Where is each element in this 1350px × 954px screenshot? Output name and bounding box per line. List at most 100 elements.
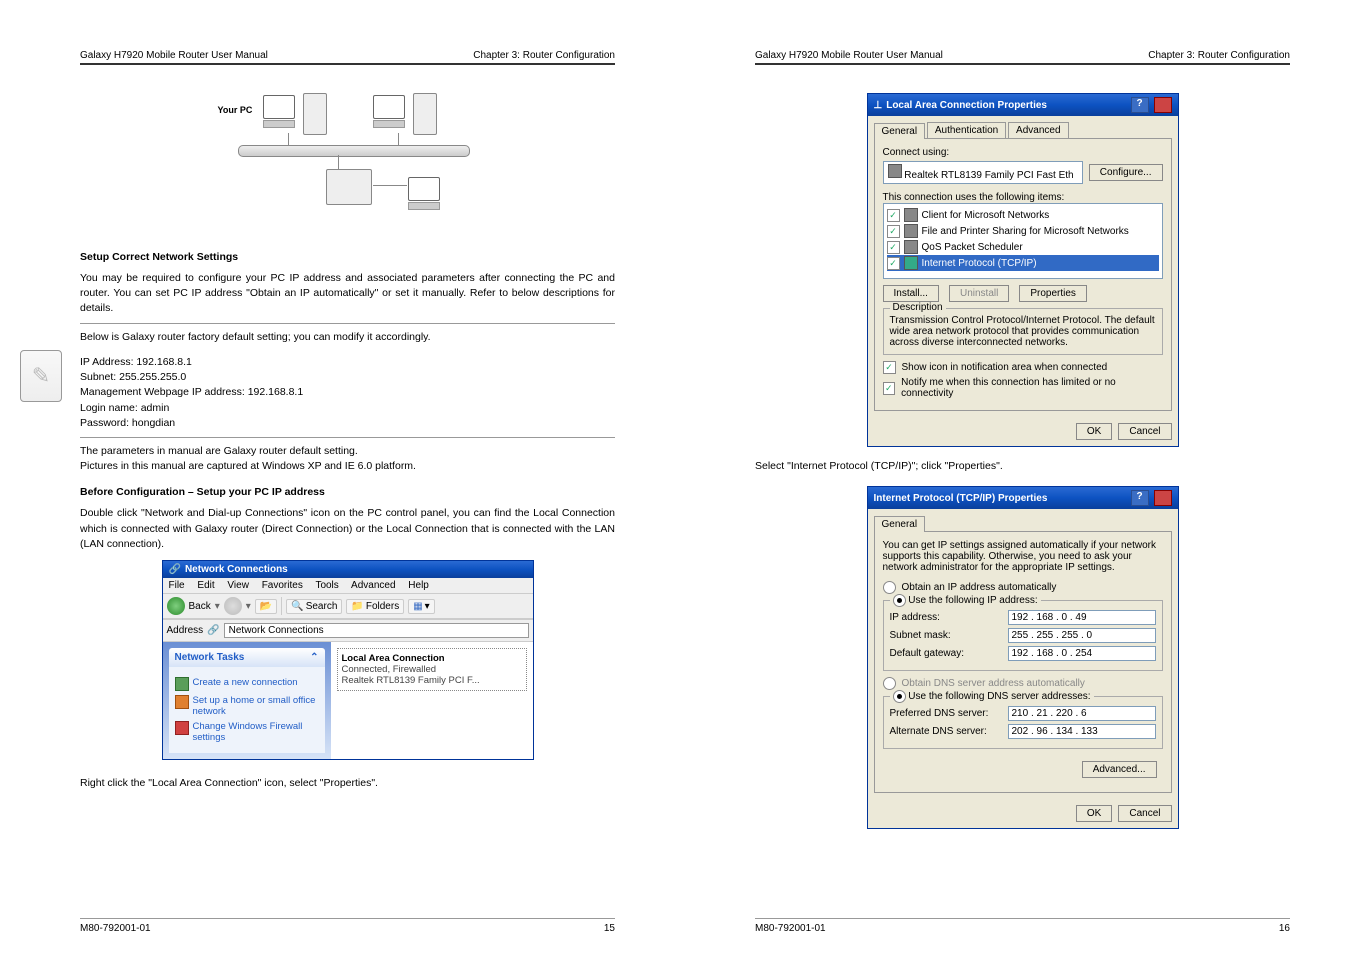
service-icon (904, 208, 918, 222)
folders-button[interactable]: 📁 Folders (346, 599, 404, 614)
close-icon[interactable] (1154, 490, 1172, 506)
local-area-connection-item[interactable]: Local Area Connection Connected, Firewal… (337, 648, 527, 691)
help-icon[interactable]: ? (1131, 97, 1149, 113)
back-label[interactable]: Back (189, 601, 211, 612)
checkbox-icon[interactable]: ✓ (887, 257, 900, 270)
ok-button[interactable]: OK (1076, 805, 1112, 822)
connector-line (288, 133, 290, 145)
default-gateway-field[interactable]: 192 . 168 . 0 . 254 (1008, 646, 1156, 661)
menu-file[interactable]: File (169, 580, 185, 591)
titlebar[interactable]: ⊥ Local Area Connection Properties ? (868, 94, 1178, 116)
menu-favorites[interactable]: Favorites (262, 580, 303, 591)
checkbox-icon[interactable]: ✓ (883, 382, 896, 395)
checkbox-icon[interactable]: ✓ (883, 361, 896, 374)
menu-view[interactable]: View (227, 580, 249, 591)
collapse-icon[interactable]: ⌃ (310, 652, 318, 663)
list-item[interactable]: ✓Client for Microsoft Networks (887, 207, 1159, 223)
cancel-button[interactable]: Cancel (1118, 805, 1171, 822)
task-icon (175, 677, 189, 691)
blurb-text: You can get IP settings assigned automat… (883, 540, 1163, 573)
configure-button[interactable]: Configure... (1089, 164, 1163, 181)
items-pane: Local Area Connection Connected, Firewal… (331, 642, 533, 759)
subnet-label: Subnet mask: (890, 630, 951, 641)
uninstall-button: Uninstall (949, 285, 1009, 302)
preferred-dns-field[interactable]: 210 . 21 . 220 . 6 (1008, 706, 1156, 721)
list-item[interactable]: ✓File and Printer Sharing for Microsoft … (887, 223, 1159, 239)
close-icon[interactable] (1154, 97, 1172, 113)
group-label: Use the following DNS server addresses: (890, 690, 1094, 703)
alternate-dns-field[interactable]: 202 . 96 . 134 . 133 (1008, 724, 1156, 739)
connect-using-label: Connect using: (883, 147, 1163, 158)
advanced-button[interactable]: Advanced... (1082, 761, 1157, 778)
address-value[interactable]: Network Connections (224, 623, 529, 638)
back-icon[interactable] (167, 597, 185, 615)
checkbox-icon[interactable]: ✓ (887, 209, 900, 222)
radio-use-ip[interactable] (893, 594, 906, 607)
tab-authentication[interactable]: Authentication (927, 122, 1006, 138)
up-button[interactable]: 📂 (255, 599, 277, 614)
task-icon (175, 721, 189, 735)
default-line: Management Webpage IP address: 192.168.8… (80, 385, 615, 400)
tab-general[interactable]: General (874, 516, 926, 532)
page-16: Galaxy H7920 Mobile Router User Manual C… (675, 0, 1350, 954)
items-listbox[interactable]: ✓Client for Microsoft Networks ✓File and… (883, 203, 1163, 279)
page-header: Galaxy H7920 Mobile Router User Manual C… (755, 50, 1290, 65)
network-bus (238, 145, 470, 157)
install-button[interactable]: Install... (883, 285, 939, 302)
nic-icon (888, 164, 902, 178)
tasks-header[interactable]: Network Tasks ⌃ (169, 648, 325, 667)
properties-button[interactable]: Properties (1019, 285, 1087, 302)
service-icon (904, 240, 918, 254)
radio-use-dns[interactable] (893, 690, 906, 703)
paragraph: Double click "Network and Dial-up Connec… (80, 506, 615, 552)
dialog-buttons: OK Cancel (868, 799, 1178, 828)
ip-address-field[interactable]: 192 . 168 . 0 . 49 (1008, 610, 1156, 625)
task-firewall-settings[interactable]: Change Windows Firewall settings (175, 721, 319, 743)
show-icon-checkbox-label: Show icon in notification area when conn… (902, 362, 1108, 373)
titlebar[interactable]: Internet Protocol (TCP/IP) Properties ? (868, 487, 1178, 509)
tab-advanced[interactable]: Advanced (1008, 122, 1068, 138)
task-setup-network[interactable]: Set up a home or small office network (175, 695, 319, 717)
items-label: This connection uses the following items… (883, 192, 1163, 203)
menu-help[interactable]: Help (408, 580, 429, 591)
address-bar: Address 🔗 Network Connections (163, 619, 533, 642)
subnet-mask-field[interactable]: 255 . 255 . 255 . 0 (1008, 628, 1156, 643)
protocol-icon (904, 256, 918, 270)
adapter-field[interactable]: Realtek RTL8139 Family PCI Fast Eth (883, 161, 1083, 184)
default-line: Login name: admin (80, 401, 615, 416)
titlebar[interactable]: 🔗 Network Connections (163, 561, 533, 578)
ip-group: Use the following IP address: IP address… (883, 600, 1163, 671)
forward-icon[interactable] (224, 597, 242, 615)
lac-properties-dialog: ⊥ Local Area Connection Properties ? Gen… (867, 93, 1179, 447)
footer-code: M80-792001-01 (755, 923, 826, 934)
paragraph: Below is Galaxy router factory default s… (80, 330, 615, 345)
menu-tools[interactable]: Tools (315, 580, 338, 591)
tower-icon (413, 93, 437, 135)
cancel-button[interactable]: Cancel (1118, 423, 1171, 440)
default-line: Subnet: 255.255.255.0 (80, 370, 615, 385)
task-create-connection[interactable]: Create a new connection (175, 677, 319, 691)
checkbox-icon[interactable]: ✓ (887, 225, 900, 238)
tasks-list: Create a new connection Set up a home or… (169, 667, 325, 753)
menu-edit[interactable]: Edit (197, 580, 214, 591)
section-title-setup: Setup Correct Network Settings (80, 251, 615, 263)
app-icon: 🔗 (169, 564, 181, 575)
views-button[interactable]: ▦▾ (408, 599, 434, 614)
default-line: IP Address: 192.168.8.1 (80, 355, 615, 370)
page-footer: M80-792001-01 16 (755, 918, 1290, 934)
address-label: Address (167, 625, 204, 636)
gateway-label: Default gateway: (890, 648, 965, 659)
tab-general[interactable]: General (874, 123, 926, 139)
menu-advanced[interactable]: Advanced (351, 580, 395, 591)
tcpip-properties-dialog: Internet Protocol (TCP/IP) Properties ? … (867, 486, 1179, 829)
search-button[interactable]: 🔍 Search (286, 599, 342, 614)
menubar[interactable]: File Edit View Favorites Tools Advanced … (163, 578, 533, 593)
ok-button[interactable]: OK (1076, 423, 1112, 440)
list-item[interactable]: ✓QoS Packet Scheduler (887, 239, 1159, 255)
radio-obtain-ip[interactable] (883, 581, 896, 594)
checkbox-icon[interactable]: ✓ (887, 241, 900, 254)
list-item-tcpip[interactable]: ✓Internet Protocol (TCP/IP) (887, 255, 1159, 271)
notify-limited-checkbox-label: Notify me when this connection has limit… (901, 377, 1162, 399)
help-icon[interactable]: ? (1131, 490, 1149, 506)
preferred-dns-label: Preferred DNS server: (890, 708, 989, 719)
